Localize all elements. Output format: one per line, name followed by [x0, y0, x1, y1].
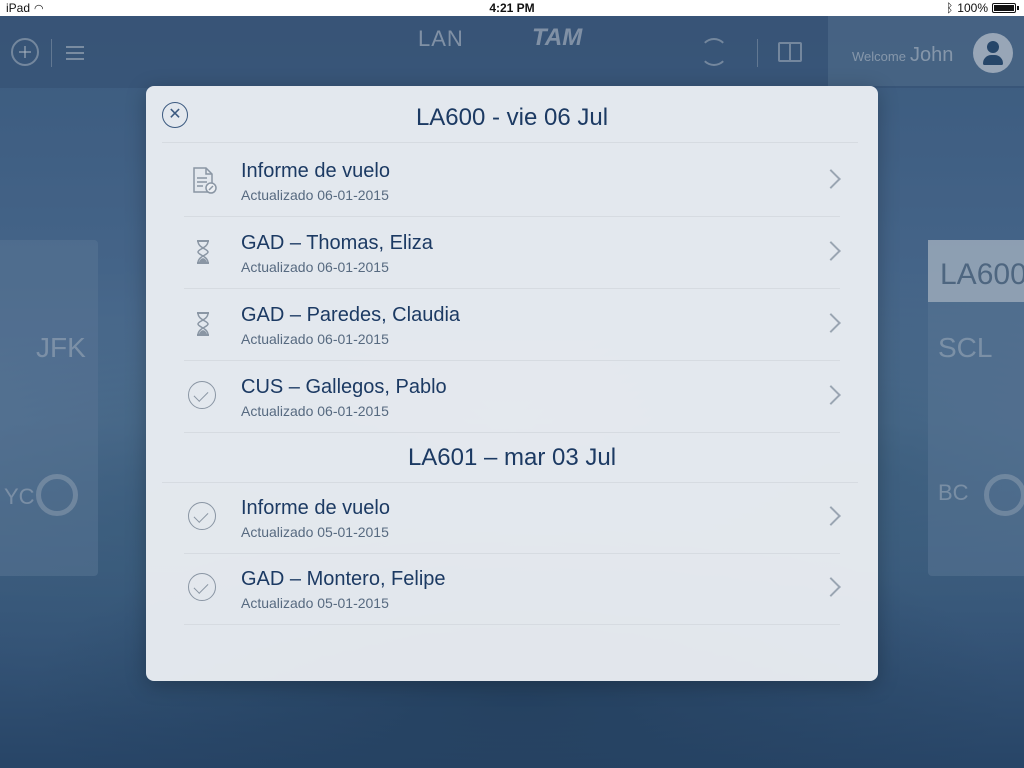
chevron-right-icon [826, 241, 838, 263]
divider [184, 624, 840, 625]
list-item[interactable]: GAD – Thomas, Eliza Actualizado 06-01-20… [184, 217, 840, 288]
battery-percent: 100% [957, 1, 988, 15]
list-item[interactable]: Informe de vuelo Actualizado 05-01-2015 [184, 482, 840, 553]
row-title: GAD – Thomas, Eliza [241, 232, 433, 254]
row-subtitle: Actualizado 06-01-2015 [241, 331, 389, 347]
row-subtitle: Actualizado 06-01-2015 [241, 259, 389, 275]
row-title: CUS – Gallegos, Pablo [241, 376, 447, 398]
check-circle-icon [188, 381, 218, 411]
row-subtitle: Actualizado 05-01-2015 [241, 595, 389, 611]
document-edit-icon [193, 167, 217, 194]
row-title: Informe de vuelo [241, 160, 390, 182]
row-title: GAD – Paredes, Claudia [241, 304, 461, 326]
row-subtitle: Actualizado 05-01-2015 [241, 524, 389, 540]
row-title: Informe de vuelo [241, 497, 390, 519]
list-item[interactable]: GAD – Montero, Felipe Actualizado 05-01-… [184, 553, 840, 624]
list-item[interactable]: GAD – Paredes, Claudia Actualizado 06-01… [184, 289, 840, 360]
row-subtitle: Actualizado 06-01-2015 [241, 403, 389, 419]
status-time: 4:21 PM [489, 1, 535, 15]
row-title: GAD – Montero, Felipe [241, 568, 446, 590]
section-header: LA601 – mar 03 Jul [407, 444, 617, 471]
list-item[interactable]: CUS – Gallegos, Pablo Actualizado 06-01-… [184, 361, 840, 432]
battery-icon [992, 3, 1019, 13]
chevron-right-icon [826, 506, 838, 528]
status-bar: iPad ◠ 4:21 PM ᛒ 100% [0, 0, 1024, 16]
hourglass-icon [197, 240, 209, 264]
chevron-right-icon [826, 169, 838, 191]
check-circle-icon [188, 573, 218, 603]
section-header: LA600 - vie 06 Jul [415, 104, 609, 131]
chevron-right-icon [826, 577, 838, 599]
flight-reports-modal: ✕ LA600 - vie 06 Jul Informe de vuelo Ac… [146, 86, 878, 681]
bluetooth-icon: ᛒ [946, 1, 954, 15]
hourglass-icon [197, 312, 209, 336]
chevron-right-icon [826, 313, 838, 335]
check-circle-icon [188, 502, 218, 532]
chevron-right-icon [826, 385, 838, 407]
divider [184, 432, 840, 433]
list-item[interactable]: Informe de vuelo Actualizado 06-01-2015 [184, 145, 840, 216]
divider [162, 142, 858, 143]
row-subtitle: Actualizado 06-01-2015 [241, 187, 389, 203]
